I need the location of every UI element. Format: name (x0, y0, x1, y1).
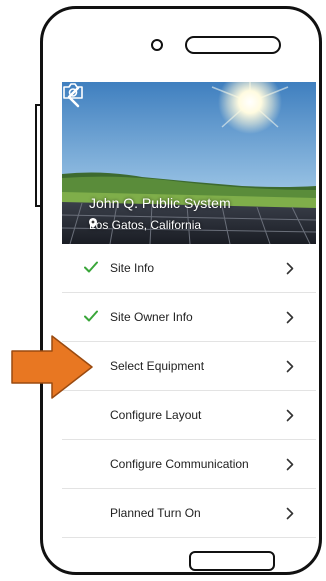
menu-item-label: Site Owner Info (110, 310, 193, 324)
camera-icon[interactable] (62, 82, 84, 100)
site-location-text: Los Gatos, California (89, 218, 202, 232)
chevron-right-icon (286, 311, 294, 324)
chevron-right-icon (286, 262, 294, 275)
menu-item-site-owner-info[interactable]: Site Owner Info (62, 293, 316, 342)
app-screen: John Q. Public System Los Gatos, Califor… (62, 82, 316, 540)
earpiece-speaker (185, 36, 281, 54)
chevron-right-icon (286, 409, 294, 422)
menu-item-label: Planned Turn On (110, 506, 201, 520)
chevron-right-icon (286, 507, 294, 520)
check-icon (84, 261, 98, 273)
site-header-image: John Q. Public System Los Gatos, Califor… (62, 82, 316, 244)
pointer-arrow-icon (11, 335, 93, 399)
menu-item-planned-turn-on[interactable]: Planned Turn On (62, 489, 316, 538)
menu-item-label: Configure Communication (110, 457, 249, 471)
location-pin-icon (89, 218, 97, 228)
menu-item-site-info[interactable]: Site Info (62, 244, 316, 293)
check-icon (84, 310, 98, 322)
front-camera (151, 39, 163, 51)
menu-item-label: Select Equipment (110, 359, 205, 373)
menu-item-select-equipment[interactable]: Select Equipment (62, 342, 316, 391)
menu-item-label: Site Info (110, 261, 155, 275)
site-system-name: John Q. Public System (89, 195, 231, 211)
chevron-right-icon (286, 458, 294, 471)
menu-item-label: Configure Layout (110, 408, 202, 422)
site-location: Los Gatos, California (89, 218, 201, 232)
home-button[interactable] (189, 551, 275, 571)
setup-menu-list: Site Info Site Owner Info Select Equipme… (62, 244, 316, 538)
menu-item-configure-layout[interactable]: Configure Layout (62, 391, 316, 440)
chevron-right-icon (286, 360, 294, 373)
menu-item-configure-communication[interactable]: Configure Communication (62, 440, 316, 489)
